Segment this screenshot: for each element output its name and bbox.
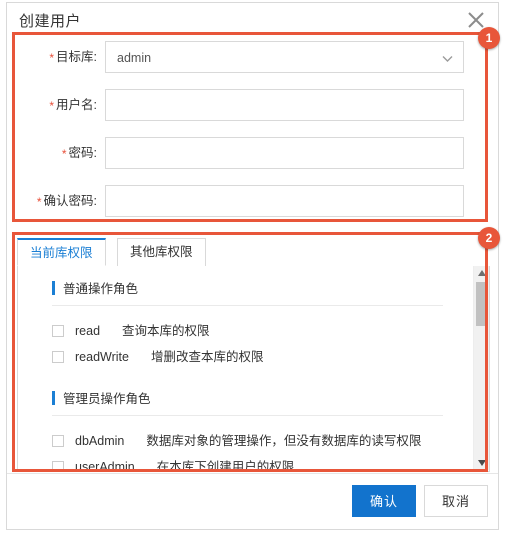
permission-checkbox[interactable] xyxy=(52,325,64,337)
target-db-value: admin xyxy=(117,51,152,65)
annotation-badge-1: 1 xyxy=(478,27,500,49)
list-item[interactable]: readWrite 增删改查本库的权限 xyxy=(52,344,467,370)
page-title: 创建用户 xyxy=(19,13,82,30)
permission-group-header: 普通操作角色 xyxy=(52,280,443,306)
tab-body: 普通操作角色 read 查询本库的权限 readWrite 增删改查本库的权限 xyxy=(17,266,490,472)
dialog-footer: 确认 取消 xyxy=(7,473,498,529)
permission-checkbox[interactable] xyxy=(52,435,64,447)
permission-description: 查询本库的权限 xyxy=(122,324,210,338)
confirm-password-label: * 确认密码: xyxy=(36,194,97,209)
tab-other-db-permissions[interactable]: 其他库权限 xyxy=(117,238,206,266)
permission-group-header: 管理员操作角色 xyxy=(52,390,443,416)
list-item[interactable]: read 查询本库的权限 xyxy=(52,318,467,344)
permission-name: readWrite xyxy=(75,350,129,364)
permission-checkbox[interactable] xyxy=(52,461,64,470)
permission-group-title: 管理员操作角色 xyxy=(63,392,151,406)
permissions-list: 普通操作角色 read 查询本库的权限 readWrite 增删改查本库的权限 xyxy=(18,266,467,470)
permissions-panel: 当前库权限 其他库权限 普通操作角色 read 查询本库的权限 readWrit… xyxy=(17,238,490,473)
chevron-down-icon xyxy=(441,52,454,65)
form-row-target-db: * 目标库: admin xyxy=(17,41,490,73)
form-row-confirm-password: * 确认密码: xyxy=(17,185,490,217)
create-user-dialog: 创建用户 * 目标库: admin * 用户名: * 密码: * 确认密码: 当… xyxy=(6,2,499,530)
permission-name: read xyxy=(75,324,101,338)
password-input[interactable] xyxy=(105,137,464,169)
target-db-field: admin xyxy=(105,41,464,73)
permissions-scroll-viewport: 普通操作角色 read 查询本库的权限 readWrite 增删改查本库的权限 xyxy=(18,266,467,470)
permission-name: userAdmin xyxy=(75,460,135,470)
required-mark: * xyxy=(49,51,55,65)
caret-down-icon[interactable] xyxy=(474,456,489,470)
password-label: * 密码: xyxy=(61,146,97,161)
password-field xyxy=(105,137,464,169)
permission-description: 增删改查本库的权限 xyxy=(150,350,264,364)
group-accent-bar xyxy=(52,281,55,295)
form-row-username: * 用户名: xyxy=(17,89,490,121)
permission-description: 数据库对象的管理操作，但没有数据库的读写权限 xyxy=(146,434,422,448)
list-item[interactable]: userAdmin 在本库下创建用户的权限 xyxy=(52,454,467,470)
cancel-button[interactable]: 取消 xyxy=(424,485,488,517)
tab-current-db-permissions[interactable]: 当前库权限 xyxy=(17,238,106,266)
username-input[interactable] xyxy=(105,89,464,121)
required-mark: * xyxy=(49,99,55,113)
username-field xyxy=(105,89,464,121)
dialog-header: 创建用户 xyxy=(7,3,498,39)
scrollbar-thumb[interactable] xyxy=(476,282,488,326)
tab-label: 当前库权限 xyxy=(30,246,93,260)
username-label: * 用户名: xyxy=(49,98,97,113)
target-db-select[interactable]: admin xyxy=(105,41,464,73)
annotation-badge-2: 2 xyxy=(478,227,500,249)
permission-name: dbAdmin xyxy=(75,434,125,448)
tab-strip: 当前库权限 其他库权限 xyxy=(17,238,490,267)
permission-checkbox[interactable] xyxy=(52,351,64,363)
required-mark: * xyxy=(36,195,42,209)
target-db-label: * 目标库: xyxy=(49,50,97,65)
screenshot-root: 创建用户 * 目标库: admin * 用户名: * 密码: * 确认密码: 当… xyxy=(0,0,507,534)
list-item[interactable]: dbAdmin 数据库对象的管理操作，但没有数据库的读写权限 xyxy=(52,428,467,454)
confirm-button[interactable]: 确认 xyxy=(352,485,416,517)
confirm-password-field xyxy=(105,185,464,217)
confirm-password-input[interactable] xyxy=(105,185,464,217)
group-accent-bar xyxy=(52,391,55,405)
permission-description: 在本库下创建用户的权限 xyxy=(156,460,295,470)
permission-group-title: 普通操作角色 xyxy=(63,282,139,296)
permissions-scrollbar[interactable] xyxy=(473,266,489,470)
required-mark: * xyxy=(61,147,67,161)
caret-up-icon[interactable] xyxy=(474,266,489,280)
tab-label: 其他库权限 xyxy=(130,245,193,259)
form-row-password: * 密码: xyxy=(17,137,490,169)
user-form: * 目标库: admin * 用户名: * 密码: * 确认密码: xyxy=(17,37,490,227)
